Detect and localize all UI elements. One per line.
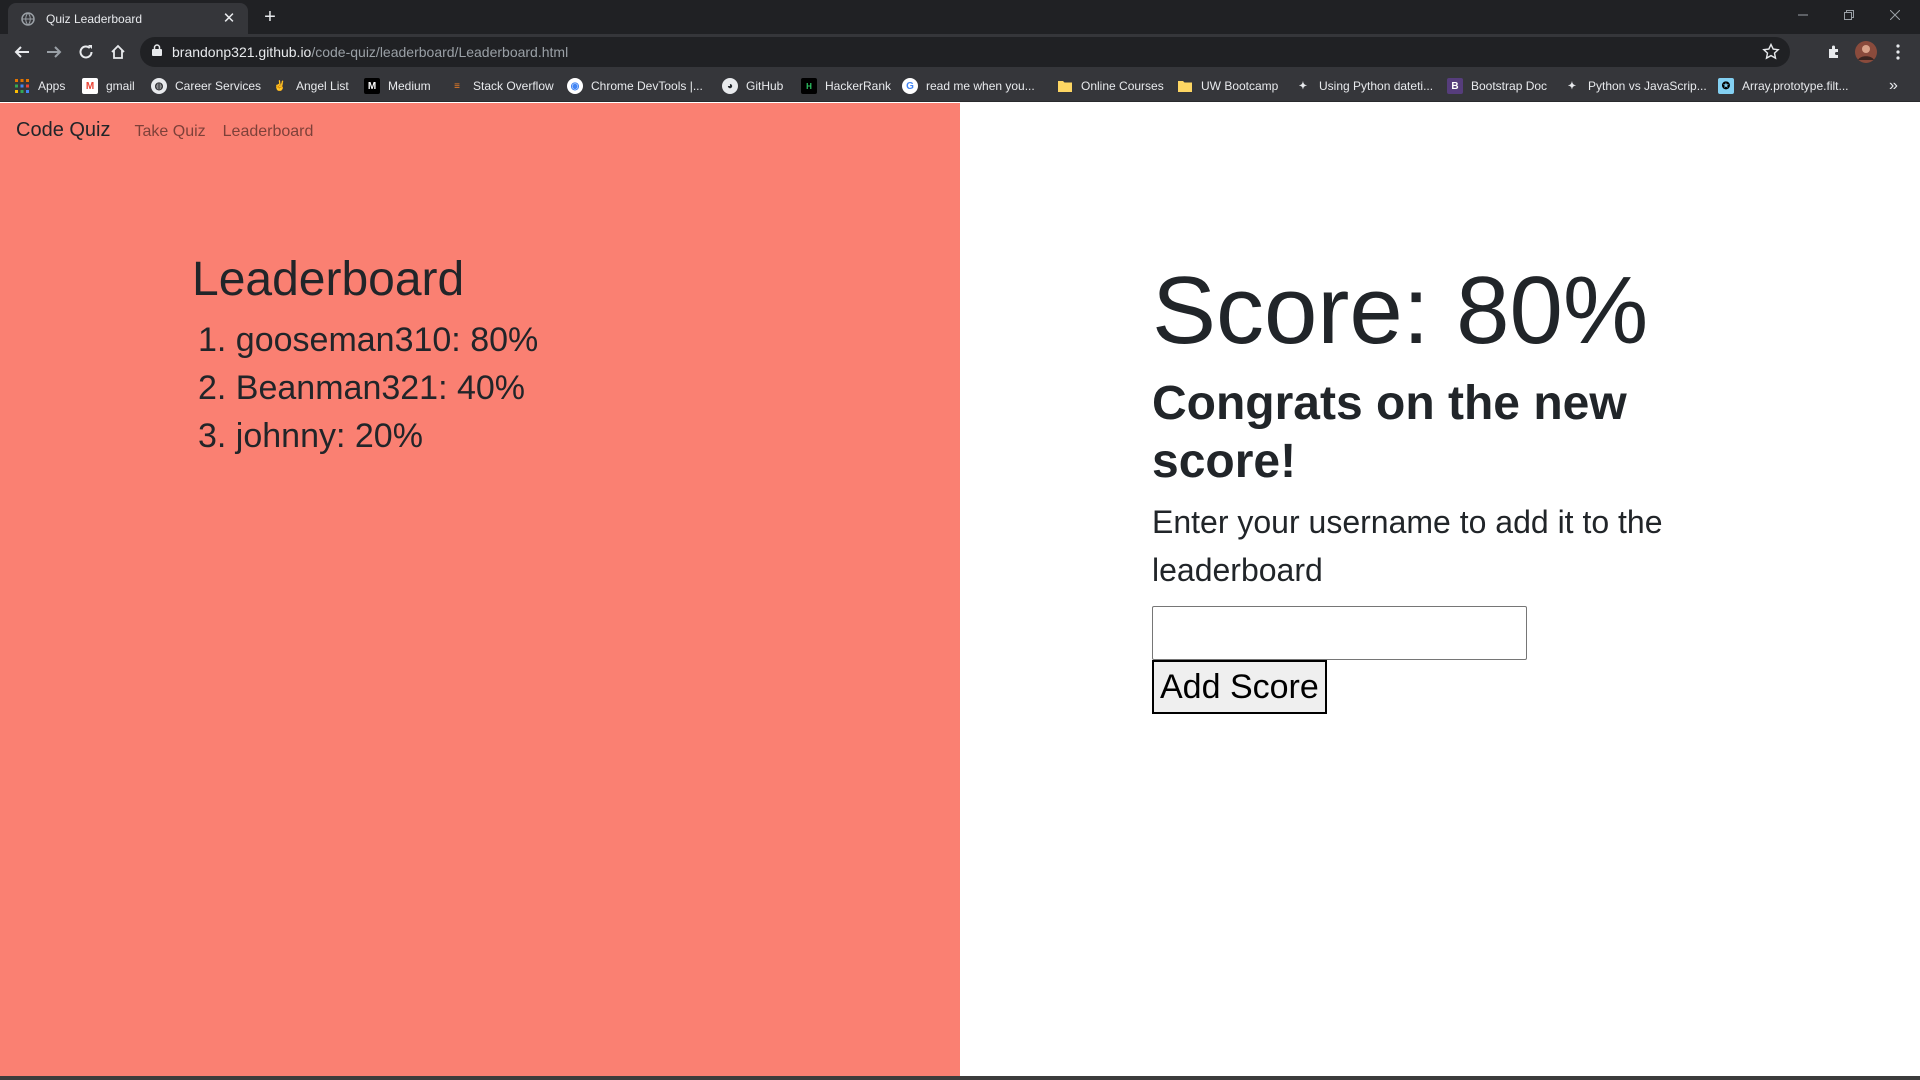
- bookmark-label: Chrome DevTools |...: [591, 79, 703, 93]
- python-icon: ✦: [1567, 80, 1577, 92]
- score-heading: Score: 80%: [1152, 257, 1649, 364]
- extensions-icon[interactable]: [1820, 38, 1848, 66]
- bookmark-array-filter[interactable]: ✪ Array.prototype.filt...: [1718, 70, 1848, 102]
- home-icon[interactable]: [104, 38, 132, 66]
- bookmark-label: Online Courses: [1081, 79, 1164, 93]
- bookmark-python-vs-javascript[interactable]: ✦ Python vs JavaScrip...: [1564, 70, 1707, 102]
- bookmark-uw-bootcamp[interactable]: UW Bootcamp: [1177, 70, 1278, 102]
- bookmark-label: Career Services: [175, 79, 262, 93]
- leaderboard-title: Leaderboard: [192, 253, 465, 306]
- bookmark-label: HackerRank: [825, 79, 892, 93]
- google-icon: G: [902, 78, 918, 94]
- bookmark-label: gmail: [106, 79, 135, 93]
- leaderboard-list: 1. gooseman310: 80% 2. Beanman321: 40% 3…: [198, 316, 538, 460]
- username-input[interactable]: [1152, 606, 1527, 660]
- url-path: /code-quiz/leaderboard/Leaderboard.html: [311, 44, 569, 60]
- leaderboard-panel: Code Quiz Take Quiz Leaderboard Leaderbo…: [0, 103, 960, 1080]
- hackerrank-icon: H: [801, 78, 817, 94]
- profile-avatar-icon[interactable]: [1852, 38, 1880, 66]
- browser-tab-strip: Quiz Leaderboard ✕ +: [0, 0, 1920, 34]
- apps-grid-icon: [14, 78, 30, 94]
- score-panel: Score: 80% Congrats on the new score! En…: [960, 103, 1920, 1080]
- mdn-icon: ✪: [1718, 78, 1734, 94]
- angellist-icon: ✌: [273, 80, 287, 92]
- tab-title: Quiz Leaderboard: [46, 11, 143, 26]
- bookmarks-overflow-icon[interactable]: »: [1889, 70, 1898, 102]
- bookmark-label: Python vs JavaScrip...: [1588, 79, 1707, 93]
- bookmark-chrome-devtools[interactable]: ◉ Chrome DevTools |...: [567, 70, 703, 102]
- minimize-icon[interactable]: [1780, 0, 1826, 30]
- browser-toolbar: brandonp321.github.io/code-quiz/leaderbo…: [0, 34, 1920, 70]
- bottom-border: [0, 1076, 1920, 1080]
- bookmark-label: Medium: [388, 79, 431, 93]
- bookmark-career-services[interactable]: ◍ Career Services: [151, 70, 261, 102]
- new-tab-icon[interactable]: +: [258, 6, 282, 30]
- bookmark-label: UW Bootcamp: [1201, 79, 1279, 93]
- folder-icon: [1177, 78, 1193, 94]
- close-window-icon[interactable]: [1872, 0, 1918, 30]
- bookmark-read-me[interactable]: G read me when you...: [902, 70, 1035, 102]
- url-host: brandonp321.github.io: [172, 44, 312, 60]
- gmail-icon: M: [82, 78, 98, 94]
- chrome-devtools-icon: ◉: [567, 78, 583, 94]
- tab-close-icon[interactable]: ✕: [220, 10, 238, 28]
- bookmark-label: GitHub: [746, 79, 784, 93]
- bookmark-label: Angel List: [296, 79, 349, 93]
- bookmark-star-icon[interactable]: [1762, 42, 1780, 61]
- globe-icon: ◍: [151, 78, 167, 94]
- bookmark-online-courses[interactable]: Online Courses: [1057, 70, 1164, 102]
- bookmark-label: Array.prototype.filt...: [1742, 79, 1849, 93]
- medium-icon: M: [364, 78, 380, 94]
- navbar-brand[interactable]: Code Quiz: [16, 119, 111, 142]
- leaderboard-entry: 3. johnny: 20%: [198, 417, 423, 455]
- forward-icon[interactable]: [40, 38, 68, 66]
- congrats-message: Congrats on the new score!: [1152, 377, 1627, 488]
- browser-menu-icon[interactable]: [1884, 38, 1912, 66]
- bookmark-stack-overflow[interactable]: ≡ Stack Overflow: [449, 70, 554, 102]
- bookmark-hackerrank[interactable]: H HackerRank: [801, 70, 891, 102]
- reload-icon[interactable]: [72, 38, 100, 66]
- bookmark-medium[interactable]: M Medium: [364, 70, 431, 102]
- restore-icon[interactable]: [1826, 0, 1872, 30]
- python-icon: ✦: [1298, 80, 1308, 92]
- url-text: brandonp321.github.io/code-quiz/leaderbo…: [172, 44, 568, 60]
- bookmark-label: Apps: [38, 79, 66, 93]
- bookmark-bootstrap-doc[interactable]: B Bootstrap Doc: [1447, 70, 1547, 102]
- bookmark-label: Bootstrap Doc: [1471, 79, 1548, 93]
- bookmark-label: read me when you...: [926, 79, 1035, 93]
- bookmark-python-datetime[interactable]: ✦ Using Python dateti...: [1295, 70, 1433, 102]
- nav-link-leaderboard[interactable]: Leaderboard: [223, 123, 314, 141]
- back-icon[interactable]: [8, 38, 36, 66]
- github-icon: ◕: [722, 78, 738, 94]
- bookmarks-bar: Apps M gmail ◍ Career Services ✌ Angel L…: [0, 70, 1920, 102]
- bookmark-gmail[interactable]: M gmail: [82, 70, 135, 102]
- leaderboard-entry: 1. gooseman310: 80%: [198, 321, 539, 359]
- bookmark-angel-list[interactable]: ✌ Angel List: [272, 70, 349, 102]
- browser-tab[interactable]: Quiz Leaderboard ✕: [8, 3, 248, 34]
- address-bar[interactable]: brandonp321.github.io/code-quiz/leaderbo…: [140, 37, 1790, 67]
- leaderboard-entry: 2. Beanman321: 40%: [198, 369, 526, 407]
- navbar: Code Quiz Take Quiz Leaderboard: [16, 119, 330, 142]
- lock-icon: [152, 43, 162, 61]
- bookmark-label: Using Python dateti...: [1319, 79, 1434, 93]
- bookmark-apps[interactable]: Apps: [14, 70, 65, 102]
- bookmark-github[interactable]: ◕ GitHub: [722, 70, 783, 102]
- bookmark-label: Stack Overflow: [473, 79, 554, 93]
- page-content: Code Quiz Take Quiz Leaderboard Leaderbo…: [0, 103, 1920, 1080]
- nav-link-take-quiz[interactable]: Take Quiz: [135, 123, 206, 141]
- bootstrap-icon: B: [1447, 78, 1463, 94]
- page-favicon-icon: [20, 11, 36, 27]
- add-score-button[interactable]: Add Score: [1152, 660, 1327, 714]
- folder-icon: [1057, 78, 1073, 94]
- username-instruction: Enter your username to add it to the lea…: [1152, 504, 1663, 588]
- stackoverflow-icon: ≡: [454, 80, 460, 92]
